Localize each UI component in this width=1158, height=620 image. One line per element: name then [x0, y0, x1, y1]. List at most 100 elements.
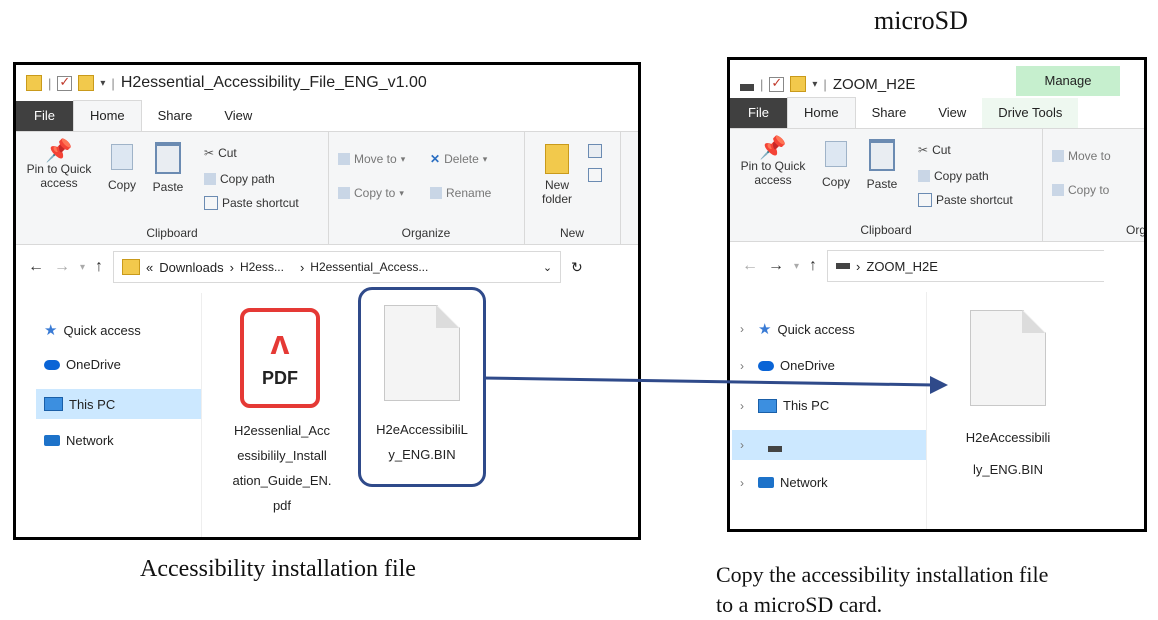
address-box[interactable]: « Downloads › H2ess... › H2essential_Acc…	[113, 251, 562, 283]
copy-path-button[interactable]: Copy path	[204, 172, 275, 186]
microsd-label: microSD	[874, 6, 968, 35]
chevron-right-icon: ›	[740, 322, 744, 336]
easy-access-button[interactable]	[588, 168, 602, 182]
move-to-button[interactable]: Move to ▾	[338, 152, 405, 166]
up-arrow-icon[interactable]: ↑	[95, 258, 103, 276]
rename-button[interactable]: Rename	[430, 186, 491, 200]
star-icon: ★	[758, 321, 772, 338]
copy-path-label: Copy path	[220, 172, 275, 186]
nav-this-pc[interactable]: This PC	[36, 389, 201, 419]
paste-button[interactable]: Paste	[148, 142, 188, 194]
properties-icon[interactable]	[769, 75, 785, 92]
copy-path-button[interactable]: Copy path	[918, 169, 989, 183]
nav-onedrive[interactable]: OneDrive	[44, 357, 121, 372]
cloud-icon	[44, 359, 60, 370]
cut-button[interactable]: ✂ Cut	[204, 146, 237, 160]
nav-label: OneDrive	[780, 358, 835, 373]
nav-quick-access[interactable]: › ★ Quick access	[740, 320, 855, 338]
paste-label: Paste	[152, 180, 184, 194]
tab-file[interactable]: File	[730, 98, 787, 128]
pdf-icon-label: PDF	[262, 368, 298, 388]
breadcrumb-downloads[interactable]: Downloads	[159, 260, 223, 275]
new-folder-label-1: New	[544, 178, 569, 192]
nav-this-pc[interactable]: › This PC	[740, 398, 829, 413]
tab-view[interactable]: View	[922, 98, 982, 128]
address-box[interactable]: › ZOOM_H2E	[827, 250, 1105, 282]
nav-label: Network	[780, 475, 828, 490]
window-title: ZOOM_H2E	[832, 75, 916, 93]
paste-shortcut-icon	[918, 193, 932, 207]
paste-shortcut-label: Paste shortcut	[222, 196, 299, 210]
ribbon-tabs: File Home Share View	[16, 100, 638, 131]
new-item-button[interactable]	[588, 144, 602, 158]
new-folder-icon[interactable]	[790, 76, 807, 92]
paste-label: Paste	[866, 177, 898, 191]
nav-onedrive[interactable]: › OneDrive	[740, 358, 835, 373]
address-dropdown-icon[interactable]: ⌄	[543, 261, 552, 274]
explorer-window-zoom-h2e: | ▾ | ZOOM_H2E Manage File Home Share Vi…	[727, 57, 1147, 532]
pin-label-2: access	[40, 176, 78, 190]
forward-arrow-icon[interactable]: →	[768, 257, 784, 275]
manage-tab[interactable]: Manage	[1016, 66, 1120, 96]
back-arrow-icon[interactable]: ←	[28, 258, 44, 276]
star-icon: ★	[44, 322, 58, 339]
organize-group-label: Organize	[401, 226, 451, 240]
cut-button[interactable]: ✂ Cut	[918, 143, 951, 157]
copy-button[interactable]: Copy	[104, 144, 140, 192]
recent-locations-icon[interactable]: ▾	[794, 261, 799, 272]
nav-quick-access[interactable]: ★ Quick access	[44, 321, 141, 339]
right-caption-line: Copy the accessibility installation file	[716, 562, 1049, 587]
back-arrow-icon[interactable]: ←	[742, 257, 758, 275]
new-group-label: New	[559, 226, 584, 240]
tab-drive-tools[interactable]: Drive Tools	[982, 98, 1079, 128]
nav-network[interactable]: Network	[44, 433, 114, 448]
pdf-file-icon[interactable]: ᴧ PDF	[240, 308, 320, 408]
file-name-line: H2essenlial_Acc	[233, 423, 331, 438]
copy-button[interactable]: Copy	[818, 141, 854, 189]
properties-icon[interactable]	[57, 74, 73, 91]
scissors-icon: ✂	[918, 143, 929, 157]
tab-home[interactable]: Home	[72, 100, 142, 131]
separator: |	[760, 76, 764, 92]
breadcrumb-h2essential[interactable]: H2essential_Access...	[310, 260, 428, 274]
nav-network[interactable]: › Network	[740, 475, 828, 490]
up-arrow-icon[interactable]: ↑	[809, 257, 817, 275]
file-name-line: H2eAccessibili	[965, 430, 1051, 445]
tab-share[interactable]: Share	[856, 98, 923, 128]
delete-button[interactable]: ✕ Delete ▾	[430, 152, 487, 166]
file-name-line: pdf	[272, 498, 292, 513]
pin-to-quick-access-button[interactable]: 📌 Pin to Quick access	[736, 137, 810, 188]
tab-share[interactable]: Share	[142, 101, 209, 131]
tab-file[interactable]: File	[16, 101, 73, 131]
chevron-right-icon: ›	[740, 475, 744, 490]
delete-label: Delete	[444, 152, 479, 166]
paste-shortcut-button[interactable]: Paste shortcut	[918, 193, 1013, 207]
tab-home[interactable]: Home	[786, 97, 856, 128]
pdf-file-name[interactable]: H2essenlial_Acc essibilily_Install ation…	[214, 418, 350, 518]
breadcrumb-zoom-h2e[interactable]: ZOOM_H2E	[866, 259, 938, 274]
bin-file-name[interactable]: H2eAccessibiliL y_ENG.BIN	[360, 417, 484, 467]
breadcrumb-h2ess[interactable]: H2ess...	[240, 260, 284, 274]
recent-locations-icon[interactable]: ▾	[80, 262, 85, 273]
pin-icon: 📌	[45, 138, 73, 163]
pin-label-1: Pin to Quick	[740, 159, 806, 173]
refresh-icon[interactable]: ↻	[571, 259, 583, 276]
copy-to-button[interactable]: Copy to	[1052, 183, 1109, 197]
forward-arrow-icon[interactable]: →	[54, 258, 70, 276]
paste-button[interactable]: Paste	[862, 139, 902, 191]
new-folder-label-2: folder	[541, 192, 573, 206]
copy-label: Copy	[821, 175, 850, 189]
new-folder-icon[interactable]	[78, 75, 95, 91]
quick-access-dropdown-icon[interactable]: ▾	[100, 78, 105, 89]
paste-shortcut-button[interactable]: Paste shortcut	[204, 196, 299, 210]
pin-to-quick-access-button[interactable]: 📌 Pin to Quick access	[22, 138, 96, 191]
move-to-button[interactable]: Move to	[1052, 149, 1111, 163]
bin-file-name[interactable]: H2eAccessibili ly_ENG.BIN	[946, 422, 1070, 486]
new-folder-button[interactable]: New folder	[534, 144, 580, 206]
copy-path-label: Copy path	[934, 169, 989, 183]
nav-microsd-drive[interactable]: ›	[732, 430, 926, 460]
ribbon-tabs: File Home Share View Drive Tools	[730, 97, 1144, 128]
quick-access-dropdown-icon[interactable]: ▾	[812, 79, 817, 90]
copy-to-button[interactable]: Copy to ▾	[338, 186, 404, 200]
tab-view[interactable]: View	[208, 101, 268, 131]
